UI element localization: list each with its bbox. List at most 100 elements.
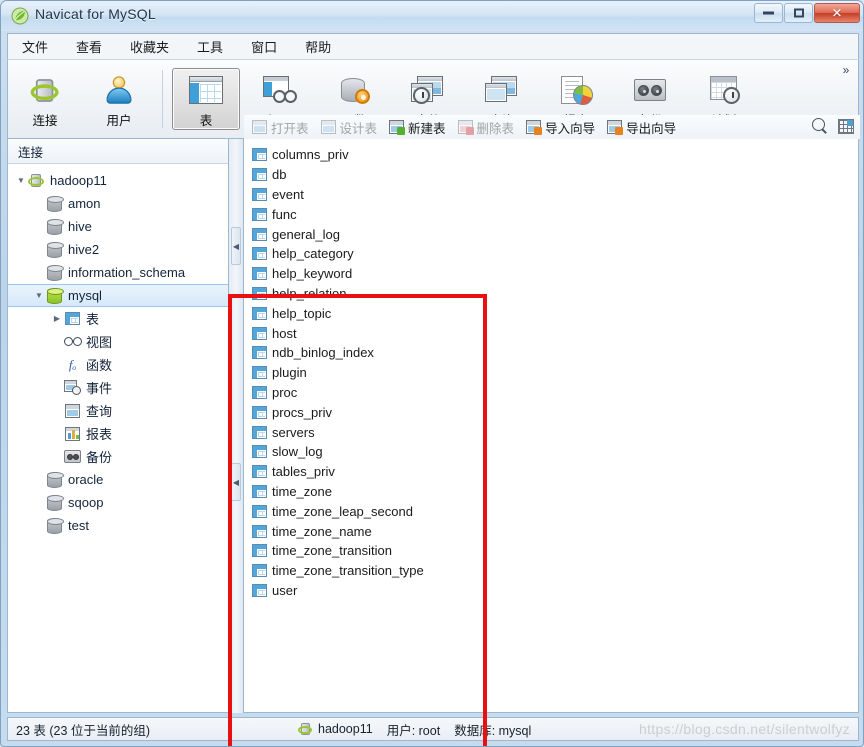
table-list-item[interactable]: servers xyxy=(252,422,858,442)
event-icon xyxy=(64,379,81,396)
table-list-item[interactable]: procs_priv xyxy=(252,402,858,422)
tree-item-backups[interactable]: 备份 xyxy=(8,445,228,468)
tree-item-hadoop11[interactable]: hadoop11 xyxy=(8,169,228,192)
chevron-down-icon[interactable] xyxy=(14,176,28,185)
tree-item-oracle[interactable]: oracle xyxy=(8,468,228,491)
table-list-item[interactable]: help_relation xyxy=(252,284,858,304)
connection-icon xyxy=(298,722,313,737)
status-connection-name: hadoop11 xyxy=(318,722,373,736)
table-icon xyxy=(252,385,267,399)
table-list-item[interactable]: time_zone_leap_second xyxy=(252,501,858,521)
table-list-item[interactable]: db xyxy=(252,165,858,185)
table-list-item[interactable]: slow_log xyxy=(252,442,858,462)
table-icon xyxy=(252,187,267,201)
close-icon: ✕ xyxy=(831,5,843,21)
table-list-item[interactable]: help_topic xyxy=(252,303,858,323)
tree-item-reports[interactable]: 报表 xyxy=(8,422,228,445)
menu-tools[interactable]: 工具 xyxy=(185,34,235,59)
menu-file[interactable]: 文件 xyxy=(10,34,60,59)
tree-item-tables[interactable]: 表 xyxy=(8,307,228,330)
panel-splitter[interactable]: ◀ ◀ xyxy=(229,139,243,713)
tree-item-events[interactable]: 事件 xyxy=(8,376,228,399)
menu-window[interactable]: 窗口 xyxy=(239,34,289,59)
menu-help[interactable]: 帮助 xyxy=(293,34,343,59)
tree-item-label: 视图 xyxy=(86,335,113,350)
tree-item-label: amon xyxy=(68,196,101,211)
action-new-table[interactable]: 新建表 xyxy=(389,118,446,137)
tree-item-hive2[interactable]: hive2 xyxy=(8,238,228,261)
big-table-icon xyxy=(189,76,223,104)
table-list-item[interactable]: func xyxy=(252,204,858,224)
tree-item-test[interactable]: test xyxy=(8,514,228,537)
database-icon xyxy=(46,241,64,258)
table-name: user xyxy=(272,582,298,598)
table-icon xyxy=(252,366,267,380)
user-icon xyxy=(106,76,132,104)
view-eye-icon xyxy=(64,333,82,350)
action-open-table[interactable]: 打开表 xyxy=(252,118,309,137)
toolbar-user[interactable]: 用户 xyxy=(85,68,153,130)
table-list-item[interactable]: time_zone_transition xyxy=(252,541,858,561)
table-list-item[interactable]: user xyxy=(252,581,858,601)
action-export-wizard[interactable]: 导出向导 xyxy=(607,118,676,137)
action-delete-table[interactable]: 删除表 xyxy=(457,118,514,137)
table-list-item[interactable]: time_zone xyxy=(252,482,858,502)
table-list-item[interactable]: ndb_binlog_index xyxy=(252,343,858,363)
tree-item-label: 查询 xyxy=(86,404,113,419)
tree-item-functions[interactable]: fₒ 函数 xyxy=(8,353,228,376)
table-icon xyxy=(252,425,267,439)
table-list-item[interactable]: help_category xyxy=(252,244,858,264)
table-icon xyxy=(252,544,267,558)
table-name: time_zone_leap_second xyxy=(272,503,413,519)
tree-item-hive[interactable]: hive xyxy=(8,215,228,238)
table-icon xyxy=(252,346,267,360)
backup-tape-icon xyxy=(64,450,81,463)
table-list-item[interactable]: plugin xyxy=(252,363,858,383)
database-icon xyxy=(47,195,64,212)
grid-view-icon[interactable] xyxy=(838,118,854,134)
tree-item-information-schema[interactable]: information_schema xyxy=(8,261,228,284)
chevron-right-icon[interactable] xyxy=(50,314,64,323)
table-list-item[interactable]: time_zone_transition_type xyxy=(252,561,858,581)
database-icon xyxy=(46,264,64,281)
table-list-item[interactable]: time_zone_name xyxy=(252,521,858,541)
table-icon xyxy=(252,465,267,479)
table-name: plugin xyxy=(272,365,307,381)
toolbar-connection[interactable]: 连接 xyxy=(11,68,79,130)
search-icon[interactable] xyxy=(812,118,828,134)
splitter-grip-top[interactable]: ◀ xyxy=(231,227,241,265)
table-list-item[interactable]: event xyxy=(252,185,858,205)
menu-favorites[interactable]: 收藏夹 xyxy=(118,34,181,59)
table-icon xyxy=(252,583,267,597)
action-label: 设计表 xyxy=(339,121,378,136)
table-name: time_zone xyxy=(272,483,332,499)
toolbar-group-connection: 连接 用户 xyxy=(8,60,156,138)
table-list-item[interactable]: proc xyxy=(252,383,858,403)
table-list-item[interactable]: columns_priv xyxy=(252,145,858,165)
tree-item-sqoop[interactable]: sqoop xyxy=(8,491,228,514)
tree-item-queries[interactable]: 查询 xyxy=(8,399,228,422)
query-icon xyxy=(64,402,81,419)
table-list-item[interactable]: help_keyword xyxy=(252,264,858,284)
splitter-grip-bottom[interactable]: ◀ xyxy=(231,463,241,501)
menu-view[interactable]: 查看 xyxy=(64,34,114,59)
toolbar-table[interactable]: 表 xyxy=(172,68,240,130)
query-icon xyxy=(65,403,80,418)
view-eye-icon xyxy=(64,336,82,348)
tree-item-mysql[interactable]: mysql xyxy=(8,284,228,307)
table-icon xyxy=(252,187,267,201)
maximize-button[interactable] xyxy=(784,3,813,23)
table-icon xyxy=(252,484,267,498)
chevron-down-icon[interactable] xyxy=(32,291,46,300)
table-list-item[interactable]: tables_priv xyxy=(252,462,858,482)
database-green-icon xyxy=(46,287,64,304)
action-import-wizard[interactable]: 导入向导 xyxy=(526,118,595,137)
table-list-item[interactable]: general_log xyxy=(252,224,858,244)
table-name: slow_log xyxy=(272,444,323,460)
action-design-table[interactable]: 设计表 xyxy=(320,118,378,137)
minimize-button[interactable] xyxy=(754,3,783,23)
close-button[interactable]: ✕ xyxy=(814,3,860,23)
tree-item-amon[interactable]: amon xyxy=(8,192,228,215)
table-list-item[interactable]: host xyxy=(252,323,858,343)
tree-item-views[interactable]: 视图 xyxy=(8,330,228,353)
